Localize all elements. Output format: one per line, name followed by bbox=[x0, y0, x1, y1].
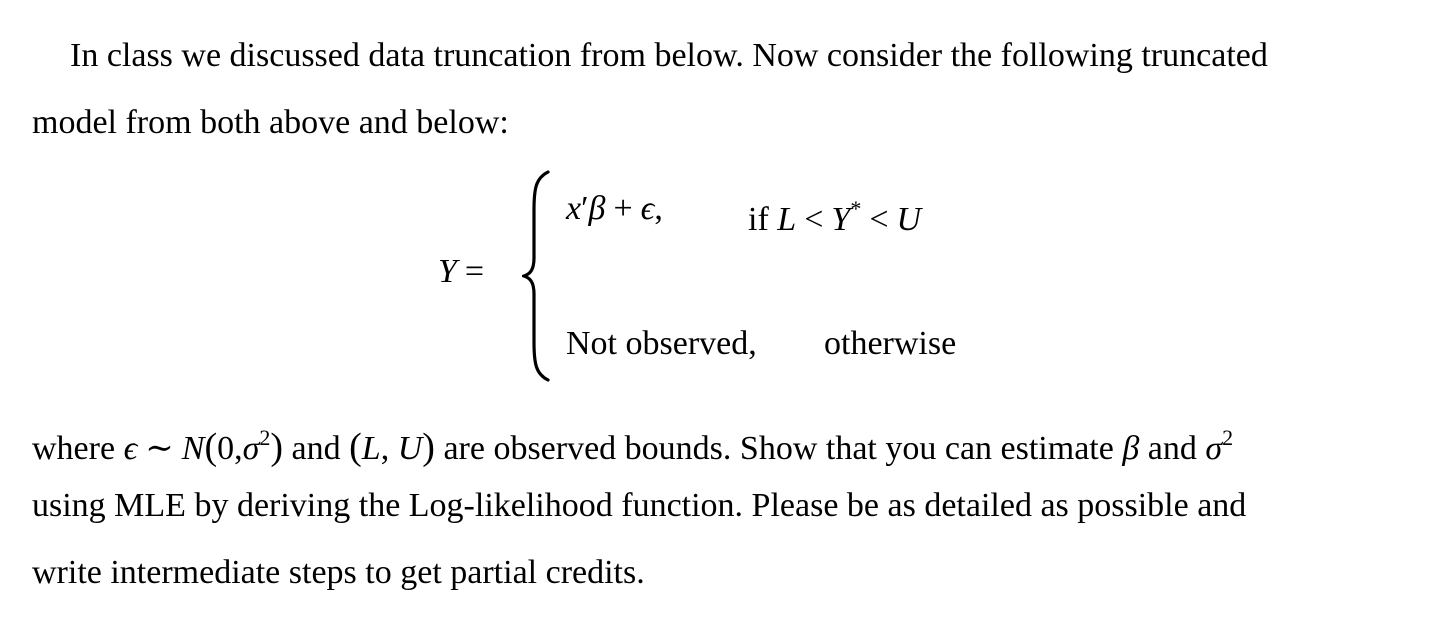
paragraph-2-line-3: write intermediate steps to get partial … bbox=[32, 554, 645, 591]
case-2-condition: otherwise bbox=[824, 325, 957, 362]
var-sigma: σ bbox=[242, 430, 260, 467]
case-1-condition: if L < Y* < U bbox=[748, 189, 921, 240]
var-u: U bbox=[397, 430, 423, 467]
var-epsilon: ϵ bbox=[123, 430, 138, 467]
var-u: U bbox=[896, 201, 922, 238]
var-x: x bbox=[566, 190, 582, 227]
paragraph-2-line-1: where ϵ ∼ N(0,σ2) and (L, U) are observed … bbox=[32, 418, 1233, 469]
text: and bbox=[1147, 430, 1197, 467]
equals-sign: = bbox=[464, 253, 485, 290]
var-beta: β bbox=[1122, 430, 1140, 467]
less-than: < bbox=[804, 201, 824, 238]
var-n: N bbox=[181, 430, 205, 467]
var-y: Y bbox=[438, 253, 457, 290]
paren: ( bbox=[204, 426, 218, 468]
paren: ) bbox=[270, 426, 284, 468]
superscript-2: 2 bbox=[1222, 425, 1234, 450]
comma: , bbox=[380, 430, 390, 467]
plus-sign: + bbox=[613, 190, 633, 227]
var-l: L bbox=[777, 201, 797, 238]
superscript-2: 2 bbox=[259, 425, 271, 450]
less-than: < bbox=[869, 201, 889, 238]
paragraph-1-line-2: model from both above and below: bbox=[32, 104, 509, 141]
case-2-expression: Not observed, bbox=[566, 325, 757, 362]
prime-mark: ′ bbox=[581, 190, 589, 227]
left-brace-icon bbox=[522, 170, 550, 382]
case-1-expression: x′β + ϵ, bbox=[566, 189, 663, 229]
if-word: if bbox=[748, 201, 769, 238]
text: are observed bounds. Show that you can e… bbox=[443, 430, 1114, 467]
var-epsilon: ϵ bbox=[640, 190, 655, 227]
zero: 0, bbox=[217, 430, 243, 467]
star-superscript: * bbox=[850, 196, 862, 221]
var-l: L bbox=[361, 430, 381, 467]
text: where bbox=[32, 430, 116, 467]
paragraph-2-line-2: using MLE by deriving the Log-likelihood… bbox=[32, 487, 1247, 524]
var-beta: β bbox=[588, 190, 606, 227]
paren: ) bbox=[422, 426, 435, 468]
paren: ( bbox=[349, 426, 362, 468]
var-sigma: σ bbox=[1205, 430, 1223, 467]
var-y-star: Y bbox=[831, 201, 851, 238]
comma: , bbox=[654, 190, 663, 227]
paragraph-1-line-1: In class we discussed data truncation fr… bbox=[70, 37, 1268, 74]
tilde: ∼ bbox=[145, 430, 174, 467]
equation-lhs: Y = bbox=[438, 252, 492, 292]
text: and bbox=[291, 430, 341, 467]
